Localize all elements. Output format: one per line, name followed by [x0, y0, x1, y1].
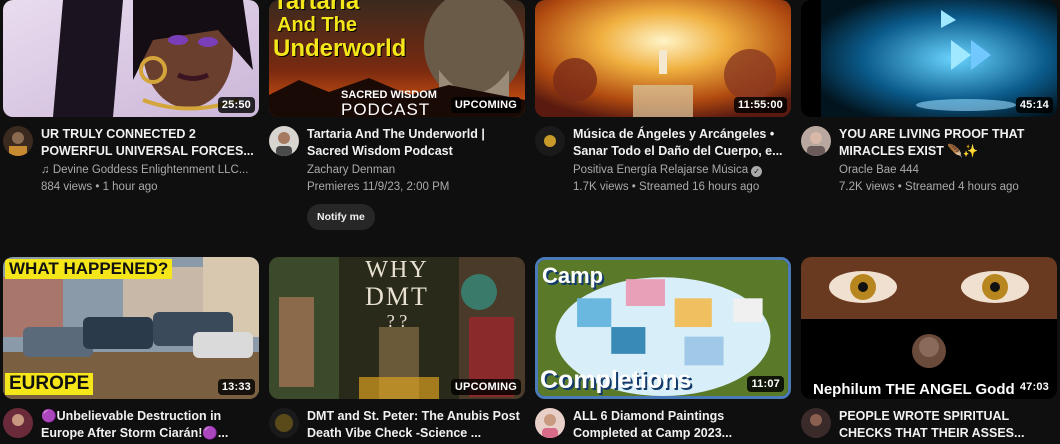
- channel-name[interactable]: Zachary Denman: [307, 162, 525, 179]
- channel-name-text: Positiva Energía Relajarse Música: [573, 164, 749, 176]
- video-duration: 25:50: [217, 97, 255, 113]
- verified-check-icon: ✓: [751, 166, 763, 177]
- video-title[interactable]: 🟣Unbelievable Destruction in Europe Afte…: [41, 408, 259, 442]
- video-duration: 45:14: [1015, 97, 1053, 113]
- channel-avatar[interactable]: [535, 126, 565, 156]
- thumbnail-caption: Nephilum THE ANGEL Godd: [813, 381, 1015, 398]
- video-meta: 🟣Unbelievable Destruction in Europe Afte…: [41, 408, 259, 442]
- video-meta: PEOPLE WROTE SPIRITUAL CHECKS THAT THEIR…: [839, 408, 1057, 442]
- upcoming-badge: UPCOMING: [450, 379, 521, 395]
- channel-name[interactable]: ♫ Devine Goddess Enlightenment LLC...: [41, 162, 259, 179]
- video-thumbnail[interactable]: 11:55:00: [535, 0, 791, 117]
- video-thumbnail[interactable]: Camp Completions 11:07: [535, 257, 791, 399]
- video-duration: 13:33: [217, 379, 255, 395]
- video-duration: 47:03: [1015, 379, 1053, 395]
- thumbnail-line: ? ?: [386, 311, 408, 331]
- video-title[interactable]: UR TRULY CONNECTED 2 POWERFUL UNIVERSAL …: [41, 126, 259, 160]
- view-count: 884 views: [41, 181, 93, 193]
- video-stats: 1.7K views • Streamed 16 hours ago: [573, 181, 760, 193]
- thumbnail-banner-top: WHAT HAPPENED?: [5, 259, 173, 279]
- thumbnail-title-text: WHY DMT ? ?: [351, 257, 443, 331]
- video-thumbnail[interactable]: WHAT HAPPENED? EUROPE 13:33: [3, 257, 259, 399]
- thumbnail-title-text: Tartaria And The Underworld: [273, 0, 406, 62]
- video-thumbnail[interactable]: 45:14: [801, 0, 1057, 117]
- notify-me-button[interactable]: Notify me: [307, 204, 375, 230]
- video-meta: Tartaria And The Underworld | Sacred Wis…: [307, 126, 525, 230]
- video-meta: Música de Ángeles y Arcángeles • Sanar T…: [573, 126, 791, 196]
- video-meta: DMT and St. Peter: The Anubis Post Death…: [307, 408, 525, 442]
- view-count: 7.2K views: [839, 181, 895, 193]
- channel-avatar[interactable]: [3, 408, 33, 438]
- video-duration: 11:55:00: [733, 97, 787, 113]
- video-title[interactable]: Música de Ángeles y Arcángeles • Sanar T…: [573, 126, 791, 160]
- thumbnail-line: DMT: [365, 282, 429, 311]
- thumbnail-line: Tartaria: [273, 0, 360, 15]
- thumbnail-line: WHY: [365, 257, 429, 283]
- video-thumbnail[interactable]: Nephilum THE ANGEL Godd 47:03: [801, 257, 1057, 399]
- video-stats: 7.2K views • Streamed 4 hours ago: [839, 181, 1019, 193]
- video-thumbnail[interactable]: WHY DMT ? ? UPCOMING: [269, 257, 525, 399]
- channel-name[interactable]: Oracle Bae 444: [839, 162, 1057, 179]
- video-thumbnail[interactable]: 25:50: [3, 0, 259, 117]
- channel-avatar[interactable]: [801, 126, 831, 156]
- channel-name[interactable]: Positiva Energía Relajarse Música ✓: [573, 162, 791, 179]
- video-stats: 884 views • 1 hour ago: [41, 181, 158, 193]
- channel-avatar[interactable]: [3, 126, 33, 156]
- upcoming-badge: UPCOMING: [450, 97, 521, 113]
- thumbnail-line: Underworld: [273, 35, 407, 62]
- video-grid: 25:50 UR TRULY CONNECTED 2 POWERFUL UNIV…: [0, 0, 1060, 444]
- thumbnail-line: And The: [277, 14, 357, 36]
- thumbnail-banner-bottom: EUROPE: [5, 373, 94, 395]
- channel-name-text: Devine Goddess Enlightenment LLC...: [52, 164, 249, 176]
- upload-age: 1 hour ago: [102, 181, 158, 193]
- video-title[interactable]: Tartaria And The Underworld | Sacred Wis…: [307, 126, 525, 160]
- channel-avatar[interactable]: [801, 408, 831, 438]
- video-meta: YOU ARE LIVING PROOF THAT MIRACLES EXIST…: [839, 126, 1057, 196]
- upload-age: Streamed 4 hours ago: [905, 181, 1019, 193]
- channel-avatar[interactable]: [269, 126, 299, 156]
- video-title[interactable]: PEOPLE WROTE SPIRITUAL CHECKS THAT THEIR…: [839, 408, 1057, 442]
- podcast-label: SACRED WISDOM PODCAST: [341, 90, 437, 118]
- video-meta: UR TRULY CONNECTED 2 POWERFUL UNIVERSAL …: [41, 126, 259, 196]
- view-count: 1.7K views: [573, 181, 629, 193]
- video-title[interactable]: ALL 6 Diamond Paintings Completed at Cam…: [573, 408, 791, 442]
- video-title[interactable]: DMT and St. Peter: The Anubis Post Death…: [307, 408, 525, 442]
- thumbnail-title-top: Camp: [542, 263, 604, 288]
- video-thumbnail[interactable]: Tartaria And The Underworld SACRED WISDO…: [269, 0, 525, 117]
- upload-age: Streamed 16 hours ago: [639, 181, 760, 193]
- video-duration: 11:07: [747, 376, 784, 392]
- video-title[interactable]: YOU ARE LIVING PROOF THAT MIRACLES EXIST…: [839, 126, 1057, 160]
- podcast-label-line: PODCAST: [341, 100, 431, 117]
- channel-avatar[interactable]: [269, 408, 299, 438]
- thumbnail-title-bottom: Completions: [540, 366, 692, 394]
- video-meta: ALL 6 Diamond Paintings Completed at Cam…: [573, 408, 791, 442]
- premiere-time: Premieres 11/9/23, 2:00 PM: [307, 181, 450, 193]
- music-note-icon: ♫: [41, 164, 50, 176]
- channel-avatar[interactable]: [535, 408, 565, 438]
